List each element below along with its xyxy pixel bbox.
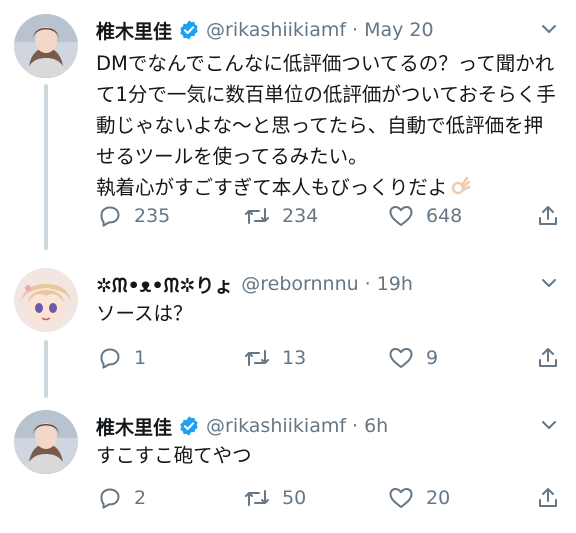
like-button[interactable]: 9 <box>388 346 438 370</box>
reply-count: 235 <box>134 205 171 227</box>
like-button[interactable]: 20 <box>388 486 450 510</box>
avatar[interactable] <box>14 14 78 78</box>
heart-icon <box>388 486 414 510</box>
reply-icon <box>98 204 122 228</box>
timestamp[interactable]: 19h <box>377 273 413 295</box>
share-icon <box>537 486 559 510</box>
retweet-icon <box>244 346 270 370</box>
retweet-button[interactable]: 234 <box>244 204 318 228</box>
tweet-text: DMでなんでこんなに低評価ついてるの？って聞かれて1分で一気に数百単位の低評価が… <box>96 48 562 203</box>
share-button[interactable] <box>537 204 559 228</box>
reply-button[interactable]: 2 <box>98 486 146 510</box>
reply-icon <box>98 346 122 370</box>
tweet-actions: 235 234 648 <box>96 204 566 228</box>
timestamp[interactable]: 6h <box>364 415 388 437</box>
like-button[interactable]: 648 <box>388 204 462 228</box>
verified-badge-icon <box>178 415 200 437</box>
separator: · <box>352 415 359 437</box>
share-icon <box>537 346 559 370</box>
tweet-header: ✲ᙏ•ᴥ•ᙏ✲りょ @rebornnnu · 19h <box>96 271 536 298</box>
reply-button[interactable]: 1 <box>98 346 146 370</box>
user-handle[interactable]: @rikashiikiamf <box>206 19 346 41</box>
like-count: 648 <box>426 205 463 227</box>
display-name[interactable]: ✲ᙏ•ᴥ•ᙏ✲りょ <box>96 271 233 298</box>
display-name[interactable]: 椎木里佳 <box>96 413 172 440</box>
reply-icon <box>98 486 122 510</box>
tweet-1[interactable]: 椎木里佳 @rikashiikiamf · May 20 DMでなんでこんなに低… <box>0 0 576 250</box>
user-handle[interactable]: @rebornnnu <box>241 273 358 295</box>
reply-button[interactable]: 235 <box>98 204 170 228</box>
tweet-2[interactable]: ✲ᙏ•ᴥ•ᙏ✲りょ @rebornnnu · 19h ソースは？ 1 13 9 <box>0 262 576 398</box>
tweet-actions: 2 50 20 <box>96 486 566 510</box>
tweet-text: すこすこ砲てやつ <box>96 444 252 467</box>
tweet-header: 椎木里佳 @rikashiikiamf · May 20 <box>96 17 536 44</box>
avatar[interactable] <box>14 268 78 332</box>
display-name[interactable]: 椎木里佳 <box>96 17 172 44</box>
thread-line <box>44 340 48 398</box>
like-count: 20 <box>426 487 451 509</box>
retweet-count: 234 <box>282 205 319 227</box>
ok-hand-emoji-icon <box>449 175 471 197</box>
share-button[interactable] <box>537 346 559 370</box>
chevron-down-icon[interactable] <box>540 20 558 42</box>
share-button[interactable] <box>537 486 559 510</box>
avatar[interactable] <box>14 410 78 474</box>
like-count: 9 <box>426 347 439 369</box>
retweet-count: 13 <box>282 347 307 369</box>
share-icon <box>537 204 559 228</box>
verified-badge-icon <box>178 19 200 41</box>
thread-line <box>44 84 48 250</box>
tweet-text-content: DMでなんでこんなに低評価ついてるの？って聞かれて1分で一気に数百単位の低評価が… <box>96 52 556 199</box>
tweet-actions: 1 13 9 <box>96 346 566 370</box>
tweet-header: 椎木里佳 @rikashiikiamf · 6h <box>96 413 536 440</box>
separator: · <box>364 273 371 295</box>
chevron-down-icon[interactable] <box>540 274 558 296</box>
tweet-3[interactable]: 椎木里佳 @rikashiikiamf · 6h すこすこ砲てやつ 2 50 2… <box>0 398 576 533</box>
retweet-icon <box>244 486 270 510</box>
retweet-count: 50 <box>282 487 307 509</box>
tweet-text: ソースは？ <box>96 302 193 325</box>
chevron-down-icon[interactable] <box>540 416 558 438</box>
retweet-icon <box>244 204 270 228</box>
heart-icon <box>388 204 414 228</box>
timestamp[interactable]: May 20 <box>364 19 434 41</box>
retweet-button[interactable]: 50 <box>244 486 306 510</box>
retweet-button[interactable]: 13 <box>244 346 306 370</box>
user-handle[interactable]: @rikashiikiamf <box>206 415 346 437</box>
reply-count: 1 <box>134 347 147 369</box>
separator: · <box>352 19 359 41</box>
heart-icon <box>388 346 414 370</box>
reply-count: 2 <box>134 487 147 509</box>
